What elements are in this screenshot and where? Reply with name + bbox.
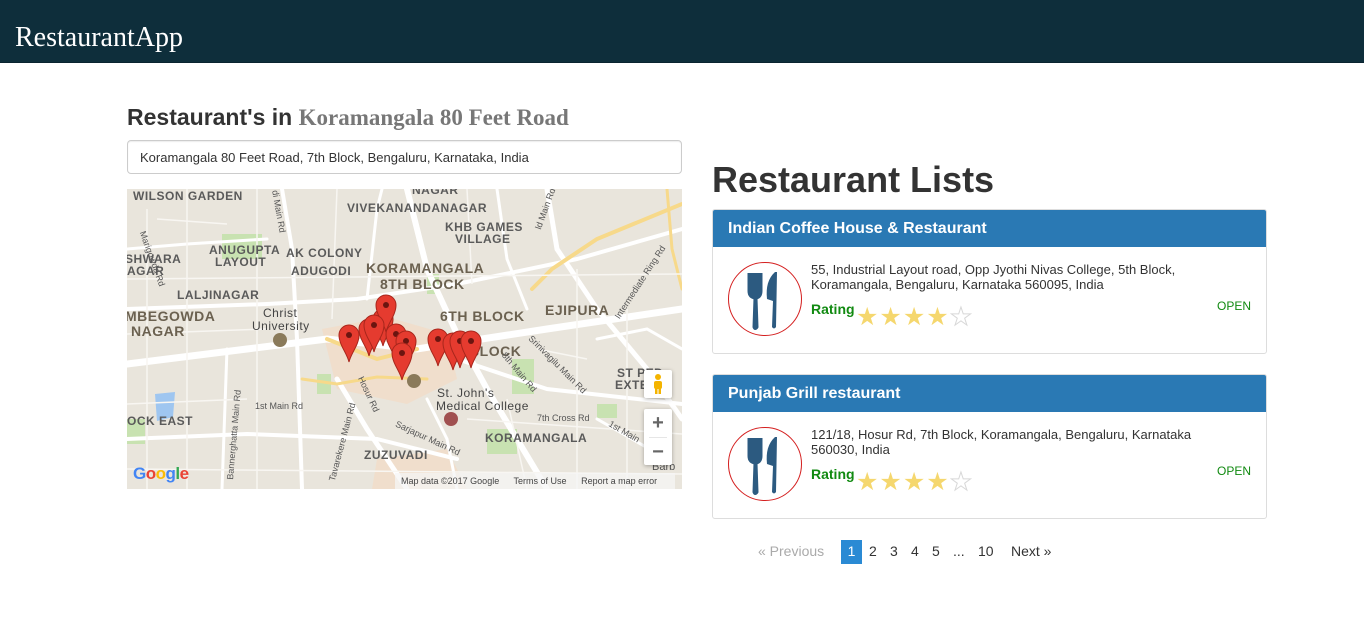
location-search-input[interactable] (127, 140, 682, 174)
map-label-layout: LAYOUT (215, 255, 267, 269)
map-label-vivekanandanagar: VIVEKANANDANAGAR (347, 201, 488, 215)
map[interactable]: WILSON GARDEN NAGAR VIVEKANANDANAGAR KHB… (127, 189, 682, 489)
star-filled-icon: ★ (926, 303, 950, 331)
map-label-1st-main: 1st Main Rd (255, 401, 304, 411)
pagination: « Previous 1 2 3 4 5 ... 10 Next » (712, 540, 1267, 564)
cutlery-icon (728, 427, 802, 501)
status-badge: OPEN (1216, 299, 1251, 313)
google-logo[interactable]: Google (133, 464, 189, 484)
university-poi-icon (273, 333, 287, 347)
location-heading: Restaurant's in Koramangala 80 Feet Road (127, 104, 569, 131)
map-label-laljinagar: LALJINAGAR (177, 288, 260, 302)
map-label-nagar: NAGAR (131, 323, 185, 339)
page-link-10[interactable]: 10 (975, 540, 997, 564)
map-label-nagar-top: NAGAR (412, 189, 459, 197)
restaurant-address: 55, Industrial Layout road, Opp Jyothi N… (811, 262, 1176, 292)
map-label-wilson-garden: WILSON GARDEN (133, 189, 243, 203)
star-filled-icon: ★ (879, 303, 903, 331)
page-link-5[interactable]: 5 (929, 540, 943, 564)
rating-label: Rating (811, 301, 855, 317)
map-label-koramangala-8th: KORAMANGALA (366, 260, 485, 276)
restaurant-name[interactable]: Indian Coffee House & Restaurant (713, 210, 1266, 247)
restaurant-list-title: Restaurant Lists (712, 159, 995, 200)
zoom-out-button[interactable]: − (644, 438, 672, 466)
restaurant-address: 121/18, Hosur Rd, 7th Block, Koramangala… (811, 427, 1192, 457)
rating-label: Rating (811, 466, 855, 482)
map-marker-icon[interactable] (338, 323, 360, 363)
star-empty-icon: ★ (949, 303, 974, 331)
map-label-university: University (252, 319, 310, 333)
restaurant-card[interactable]: Indian Coffee House & Restaurant 55, Ind… (712, 209, 1267, 354)
map-zoom-controls: + − (644, 409, 672, 465)
restaurant-card[interactable]: Punjab Grill restaurant 121/18, Hosur Rd… (712, 374, 1267, 519)
map-label-adugodi: ADUGODI (291, 264, 352, 278)
map-label-6th-block: 6TH BLOCK (440, 308, 525, 324)
map-label-ejipura: EJIPURA (545, 302, 610, 318)
star-filled-icon: ★ (902, 468, 927, 496)
navbar: RestaurantApp (0, 0, 1364, 63)
zoom-in-button[interactable]: + (644, 409, 672, 437)
map-marker-icon[interactable] (460, 329, 482, 369)
terms-of-use-link[interactable]: Terms of Use (514, 476, 567, 486)
brand-logo[interactable]: RestaurantApp (15, 20, 183, 56)
star-rating: ★★★★★ (856, 303, 974, 331)
location-name: Koramangala 80 Feet Road (298, 105, 569, 130)
map-marker-icon[interactable] (391, 341, 413, 381)
page-ellipsis: ... (953, 543, 965, 559)
star-filled-icon: ★ (856, 303, 880, 331)
map-marker-icon[interactable] (363, 313, 385, 353)
location-heading-prefix: Restaurant's in (127, 104, 293, 130)
map-label-zuzuvadi: ZUZUVADI (364, 448, 428, 462)
map-label-koramangala: KORAMANGALA (485, 431, 588, 445)
pagination-previous[interactable]: « Previous (755, 540, 827, 564)
status-badge: OPEN (1216, 464, 1251, 478)
restaurant-name[interactable]: Punjab Grill restaurant (713, 375, 1266, 412)
map-footer: Map data ©2017 Google Terms of Use Repor… (395, 473, 676, 489)
map-label-agar: AGAR (127, 264, 165, 278)
star-filled-icon: ★ (902, 303, 927, 331)
map-label-medical-college: Medical College (436, 399, 529, 413)
map-label-8th-block: 8TH BLOCK (380, 276, 465, 292)
star-empty-icon: ★ (949, 468, 974, 496)
cutlery-icon (728, 262, 802, 336)
map-label-mbegowda: MBEGOWDA (127, 308, 216, 324)
map-label-7th-cross: 7th Cross Rd (537, 413, 590, 423)
street-view-pegman-icon[interactable] (644, 370, 672, 398)
star-filled-icon: ★ (879, 468, 903, 496)
pagination-next[interactable]: Next » (1008, 540, 1054, 564)
map-data-attribution: Map data ©2017 Google (401, 476, 500, 486)
page-link-3[interactable]: 3 (887, 540, 901, 564)
map-label-village: VILLAGE (455, 232, 511, 246)
star-filled-icon: ★ (856, 468, 880, 496)
star-filled-icon: ★ (926, 468, 950, 496)
report-map-error-link[interactable]: Report a map error (581, 476, 657, 486)
page-link-4[interactable]: 4 (908, 540, 922, 564)
page-link-2[interactable]: 2 (866, 540, 880, 564)
map-label-ak-colony: AK COLONY (286, 246, 363, 260)
map-label-st-johns: St. John's (437, 386, 495, 400)
page-link-1[interactable]: 1 (841, 540, 862, 564)
map-label-ock-east: OCK EAST (127, 414, 194, 428)
hospital-poi-icon (444, 412, 458, 426)
map-label-christ: Christ (263, 306, 298, 320)
star-rating: ★★★★★ (856, 468, 974, 496)
